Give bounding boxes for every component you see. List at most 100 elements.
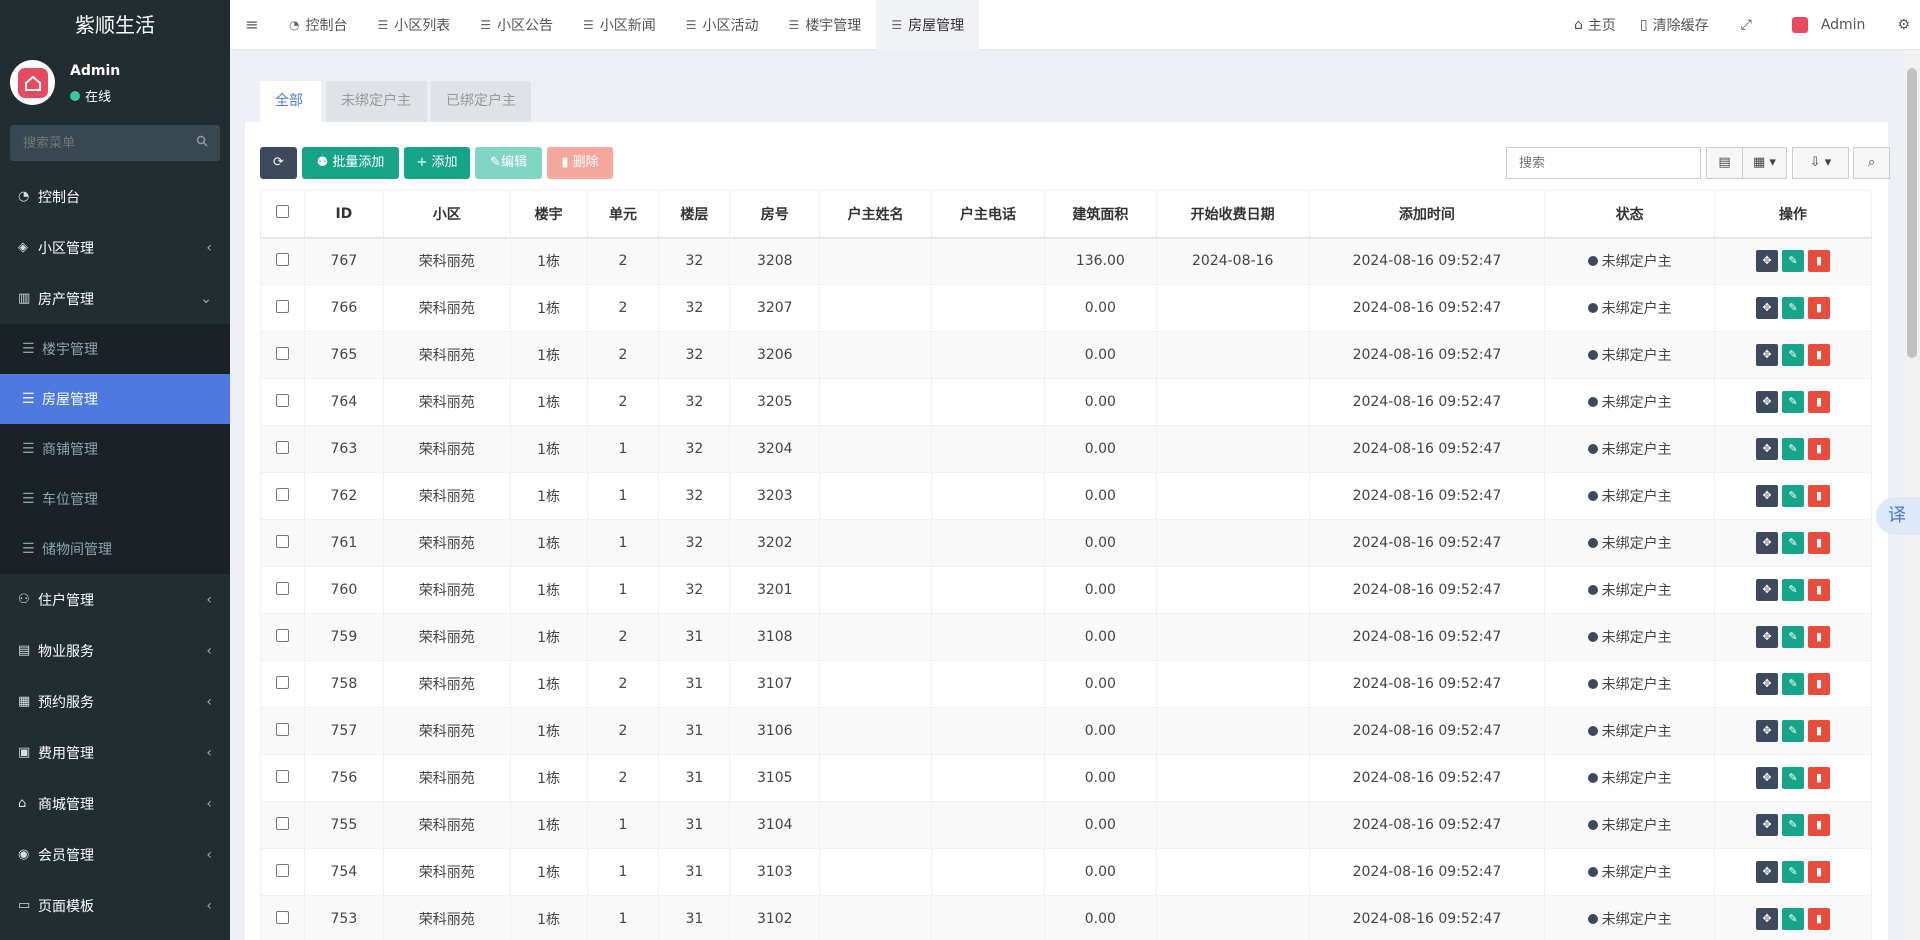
edit-icon[interactable]: ✎ [1782, 908, 1805, 930]
edit-icon[interactable]: ✎ [1782, 767, 1805, 789]
sidebar-menu-member[interactable]: ◉ 会员管理 ‹ [0, 829, 230, 880]
delete-button[interactable]: ▮ 删除 [547, 147, 613, 179]
row-checkbox[interactable] [275, 252, 289, 266]
edit-icon[interactable]: ✎ [1782, 344, 1805, 366]
column-header[interactable]: ID [303, 190, 384, 239]
edit-icon[interactable]: ✎ [1782, 720, 1805, 742]
sidebar-menu-server[interactable]: ▤ 物业服务 ‹ [0, 625, 230, 676]
delete-icon[interactable]: ▮ [1808, 532, 1831, 554]
edit-icon[interactable]: ✎ [1782, 485, 1805, 507]
move-icon[interactable]: ✥ [1756, 297, 1779, 319]
table-row[interactable]: 754 荣科丽苑 1栋 1 31 3103 0.00 2024-08-16 09:52:47 未… [260, 848, 1872, 896]
tab-all[interactable]: 全部 [260, 81, 321, 122]
row-checkbox[interactable] [275, 534, 289, 548]
table-row[interactable]: 761 荣科丽苑 1栋 1 32 3202 0.00 2024-08-16 09:52:47 未… [260, 519, 1872, 567]
sidebar-menu-dashboard[interactable]: ◔ 控制台 [0, 171, 230, 222]
column-header[interactable]: 单元 [586, 190, 660, 239]
move-icon[interactable]: ✥ [1756, 438, 1779, 460]
edit-icon[interactable]: ✎ [1782, 861, 1805, 883]
tab-unbound[interactable]: 未绑定户主 [326, 81, 427, 122]
move-icon[interactable]: ✥ [1756, 908, 1779, 930]
sidebar-menu-cube[interactable]: ◈ 小区管理 ‹ [0, 222, 230, 273]
row-checkbox[interactable] [275, 346, 289, 360]
delete-icon[interactable]: ▮ [1808, 767, 1831, 789]
admin-menu[interactable]: Admin [1772, 16, 1886, 33]
sidebar-subitem[interactable]: ☰ 楼宇管理 [0, 324, 230, 374]
menu-search-input[interactable] [10, 125, 220, 161]
search-icon[interactable] [196, 135, 208, 150]
top-tab[interactable]: ☰ 小区新闻 [568, 0, 671, 50]
column-header[interactable]: 楼层 [658, 190, 731, 239]
column-header[interactable]: 房号 [729, 190, 821, 239]
delete-icon[interactable]: ▮ [1808, 861, 1831, 883]
row-checkbox[interactable] [275, 440, 289, 454]
select-all-checkbox[interactable] [275, 205, 289, 219]
home-link[interactable]: ⌂ 主页 [1562, 15, 1628, 35]
row-checkbox[interactable] [275, 299, 289, 313]
delete-icon[interactable]: ▮ [1808, 673, 1831, 695]
delete-icon[interactable]: ▮ [1808, 908, 1831, 930]
edit-icon[interactable]: ✎ [1782, 297, 1805, 319]
move-icon[interactable]: ✥ [1756, 720, 1779, 742]
row-checkbox[interactable] [275, 393, 289, 407]
sidebar-subitem[interactable]: ☰ 房屋管理 [0, 374, 230, 424]
delete-icon[interactable]: ▮ [1808, 297, 1831, 319]
sidebar-menu-building[interactable]: ▥ 房产管理 ⌄ [0, 273, 230, 324]
move-icon[interactable]: ✥ [1756, 626, 1779, 648]
sidebar-subitem[interactable]: ☰ 商铺管理 [0, 424, 230, 474]
avatar[interactable] [10, 60, 55, 105]
scrollbar-thumb[interactable] [1907, 68, 1917, 358]
move-icon[interactable]: ✥ [1756, 673, 1779, 695]
move-icon[interactable]: ✥ [1756, 485, 1779, 507]
edit-button[interactable]: ✎编辑 [475, 147, 542, 179]
search-icon[interactable]: ⌕ [1853, 147, 1890, 179]
row-checkbox[interactable] [275, 675, 289, 689]
table-row[interactable]: 757 荣科丽苑 1栋 2 31 3106 0.00 2024-08-16 09:52:47 未… [260, 707, 1872, 755]
row-checkbox[interactable] [275, 816, 289, 830]
delete-icon[interactable]: ▮ [1808, 485, 1831, 507]
delete-icon[interactable]: ▮ [1808, 438, 1831, 460]
delete-icon[interactable]: ▮ [1808, 250, 1831, 273]
column-header[interactable]: 小区 [382, 190, 511, 239]
row-checkbox[interactable] [275, 487, 289, 501]
move-icon[interactable]: ✥ [1756, 344, 1779, 366]
top-tab[interactable]: ☰ 小区公告 [465, 0, 568, 50]
sidebar-subitem[interactable]: ☰ 储物间管理 [0, 524, 230, 574]
top-tab[interactable]: ☰ 小区活动 [671, 0, 774, 50]
settings-icon[interactable]: ⚙ [1885, 17, 1920, 33]
edit-icon[interactable]: ✎ [1782, 250, 1805, 273]
table-row[interactable]: 753 荣科丽苑 1栋 1 31 3102 0.00 2024-08-16 09:52:47 未… [260, 895, 1872, 940]
top-tab[interactable]: ◔ 控制台 [274, 0, 362, 50]
table-row[interactable]: 765 荣科丽苑 1栋 2 32 3206 0.00 2024-08-16 09:52:47 未… [260, 331, 1872, 379]
table-row[interactable]: 764 荣科丽苑 1栋 2 32 3205 0.00 2024-08-16 09:52:47 未… [260, 378, 1872, 426]
row-checkbox[interactable] [275, 863, 289, 877]
edit-icon[interactable]: ✎ [1782, 673, 1805, 695]
clear-cache-link[interactable]: ▯ 清除缓存 [1628, 15, 1721, 35]
edit-icon[interactable]: ✎ [1782, 532, 1805, 554]
table-row[interactable]: 766 荣科丽苑 1栋 2 32 3207 0.00 2024-08-16 09:52:47 未… [260, 284, 1872, 332]
sidebar-menu-bill[interactable]: ▣ 费用管理 ‹ [0, 727, 230, 778]
move-icon[interactable]: ✥ [1756, 579, 1779, 601]
delete-icon[interactable]: ▮ [1808, 391, 1831, 413]
table-row[interactable]: 762 荣科丽苑 1栋 1 32 3203 0.00 2024-08-16 09:52:47 未… [260, 472, 1872, 520]
column-header[interactable]: 添加时间 [1308, 190, 1546, 239]
move-icon[interactable]: ✥ [1756, 767, 1779, 789]
sidebar-menu-template[interactable]: ▭ 页面模板 ‹ [0, 880, 230, 931]
row-checkbox[interactable] [275, 910, 289, 924]
move-icon[interactable]: ✥ [1756, 391, 1779, 413]
delete-icon[interactable]: ▮ [1808, 626, 1831, 648]
sidebar-menu-calendar[interactable]: ▦ 预约服务 ‹ [0, 676, 230, 727]
top-tab[interactable]: ☰ 小区列表 [362, 0, 465, 50]
sidebar-toggle-icon[interactable]: ≡ [230, 15, 274, 34]
table-row[interactable]: 763 荣科丽苑 1栋 1 32 3204 0.00 2024-08-16 09:52:47 未… [260, 425, 1872, 473]
columns-dropdown-icon[interactable]: ▦ ▾ [1742, 147, 1787, 179]
toggle-view-icon[interactable]: ▤ [1706, 147, 1743, 179]
move-icon[interactable]: ✥ [1756, 532, 1779, 554]
column-header[interactable]: 状态 [1544, 190, 1716, 239]
row-checkbox[interactable] [275, 628, 289, 642]
translate-icon[interactable]: 译 [1876, 497, 1920, 535]
delete-icon[interactable]: ▮ [1808, 720, 1831, 742]
delete-icon[interactable]: ▮ [1808, 579, 1831, 601]
brand-title[interactable]: 紫顺生活 [0, 0, 230, 50]
top-tab[interactable]: ☰ 楼宇管理 [774, 0, 877, 50]
